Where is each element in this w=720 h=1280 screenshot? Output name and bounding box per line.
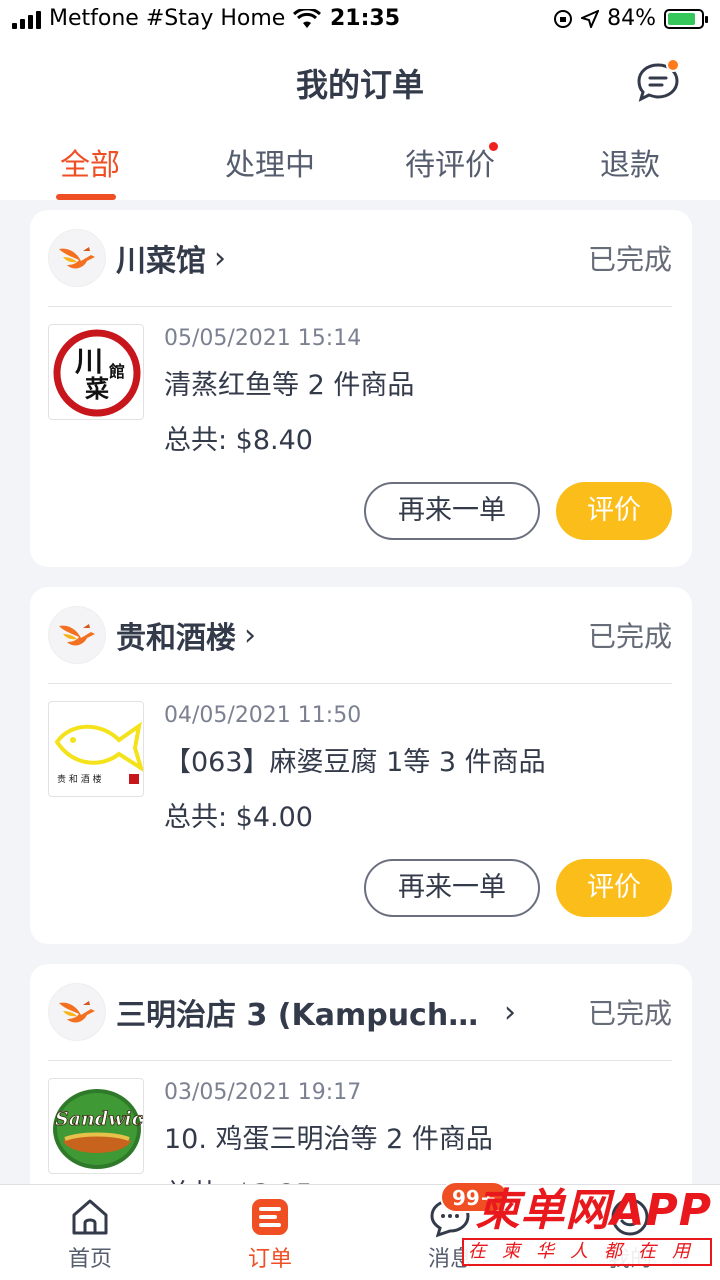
status-right: 84% (553, 6, 708, 31)
tab-to-review[interactable]: 待评价 (360, 140, 540, 200)
page-title: 我的订单 (295, 66, 424, 104)
thumb-char-1: 川 (75, 345, 103, 378)
divider (48, 683, 672, 684)
bird-logo-icon (59, 624, 95, 646)
order-date: 04/05/2021 11:50 (164, 703, 362, 728)
tab-label: 退款 (600, 148, 660, 183)
order-items: 【063】麻婆豆腐 1等 3 件商品 (164, 747, 546, 778)
shop-logo (48, 983, 106, 1041)
shop-logo (48, 606, 106, 664)
sandwich-logo-image: Sandwich (53, 1089, 144, 1169)
tab-active-indicator (56, 194, 116, 200)
order-thumbnail: Sandwich (48, 1078, 144, 1174)
shop-logo (48, 229, 106, 287)
chevron-right-icon: › (214, 240, 226, 276)
location-icon (581, 9, 600, 28)
order-card-header[interactable]: 川菜馆 › 已完成 (48, 228, 672, 288)
order-date: 03/05/2021 19:17 (164, 1080, 362, 1105)
header: 我的订单 全部 处理中 待评价 退款 (0, 40, 720, 200)
sichuan-logo-image: 川 菜 館 (53, 329, 141, 417)
thumb-text: 贵 和 酒 楼 (57, 773, 102, 785)
reorder-button[interactable]: 再来一单 (364, 482, 540, 540)
tabbar-label: 首页 (67, 1247, 112, 1272)
thumb-char-2: 菜 (84, 375, 109, 403)
order-total: 总共: $4.00 (164, 802, 313, 833)
tab-label: 处理中 (225, 148, 315, 183)
home-icon (72, 1199, 108, 1235)
order-thumbnail: 贵 和 酒 楼 (48, 701, 144, 797)
wifi-icon (293, 8, 322, 28)
notification-dot (666, 58, 680, 72)
review-button[interactable]: 评价 (556, 482, 672, 540)
order-status: 已完成 (587, 620, 672, 653)
watermark: 柬单网APP 在柬华人都在用 (462, 1186, 712, 1274)
status-time: 21:35 (330, 6, 401, 31)
order-date: 05/05/2021 15:14 (164, 326, 362, 351)
divider (48, 306, 672, 307)
signal-icon (12, 9, 41, 29)
order-list: 川菜馆 › 已完成 川 菜 館 05/05/2021 15:14 清蒸红鱼等 2… (30, 210, 692, 1224)
order-card-header[interactable]: 三明治店 3 (Kampuche... › 已完成 (48, 982, 672, 1042)
order-card-header[interactable]: 贵和酒楼 › 已完成 (48, 605, 672, 665)
order-items: 清蒸红鱼等 2 件商品 (164, 370, 415, 401)
tab-processing[interactable]: 处理中 (180, 140, 360, 200)
rotation-lock-icon (554, 9, 573, 28)
order-card[interactable]: 川菜馆 › 已完成 川 菜 館 05/05/2021 15:14 清蒸红鱼等 2… (30, 210, 692, 567)
tabbar-orders[interactable]: 订单 (180, 1185, 360, 1280)
shop-name: 川菜馆 (116, 244, 206, 279)
bird-logo-icon (59, 247, 95, 269)
chevron-right-icon: › (244, 617, 256, 653)
status-bar: Metfone #Stay Home 21:35 84% (0, 0, 720, 40)
status-left: Metfone #Stay Home (12, 6, 322, 31)
tabbar-label: 订单 (247, 1247, 292, 1272)
order-thumbnail: 川 菜 館 (48, 324, 144, 420)
order-tabs: 全部 处理中 待评价 退款 (0, 140, 720, 200)
tabbar-home[interactable]: 首页 (0, 1185, 180, 1280)
tab-refund[interactable]: 退款 (540, 140, 720, 200)
watermark-slogan: 在柬华人都在用 (462, 1238, 712, 1266)
order-info: 05/05/2021 15:14 清蒸红鱼等 2 件商品 总共: $8.40 (164, 326, 414, 457)
tab-label: 待评价 (405, 148, 495, 183)
tab-all[interactable]: 全部 (0, 140, 180, 200)
bird-logo-icon (59, 1001, 95, 1023)
thumb-char-3: 館 (109, 362, 125, 381)
order-card[interactable]: 贵和酒楼 › 已完成 贵 和 酒 楼 04/05/2021 11:50 【063… (30, 587, 692, 944)
carrier-name: Metfone #Stay Home (49, 6, 286, 31)
order-items: 10. 鸡蛋三明治等 2 件商品 (164, 1124, 493, 1155)
thumb-text: Sandwich (55, 1108, 144, 1130)
order-icon (252, 1199, 288, 1235)
reorder-button[interactable]: 再来一单 (364, 859, 540, 917)
tab-notification-dot (489, 142, 498, 151)
order-status: 已完成 (587, 997, 672, 1030)
watermark-title: 柬单网APP (475, 1185, 712, 1236)
review-button[interactable]: 评价 (556, 859, 672, 917)
fish-logo-image: 贵 和 酒 楼 (54, 721, 143, 785)
order-card[interactable]: 三明治店 3 (Kampuche... › 已完成 Sandwich 03/05… (30, 964, 692, 1204)
divider (48, 1060, 672, 1061)
order-total: 总共: $8.40 (164, 425, 313, 456)
tab-label: 全部 (60, 148, 120, 183)
battery-percent: 84% (607, 6, 656, 31)
order-info: 04/05/2021 11:50 【063】麻婆豆腐 1等 3 件商品 总共: … (164, 703, 546, 834)
shop-name: 三明治店 3 (Kampuche... (116, 998, 496, 1033)
battery-icon (664, 8, 708, 29)
chevron-right-icon: › (504, 994, 516, 1030)
order-status: 已完成 (587, 243, 672, 276)
shop-name: 贵和酒楼 (116, 621, 236, 656)
